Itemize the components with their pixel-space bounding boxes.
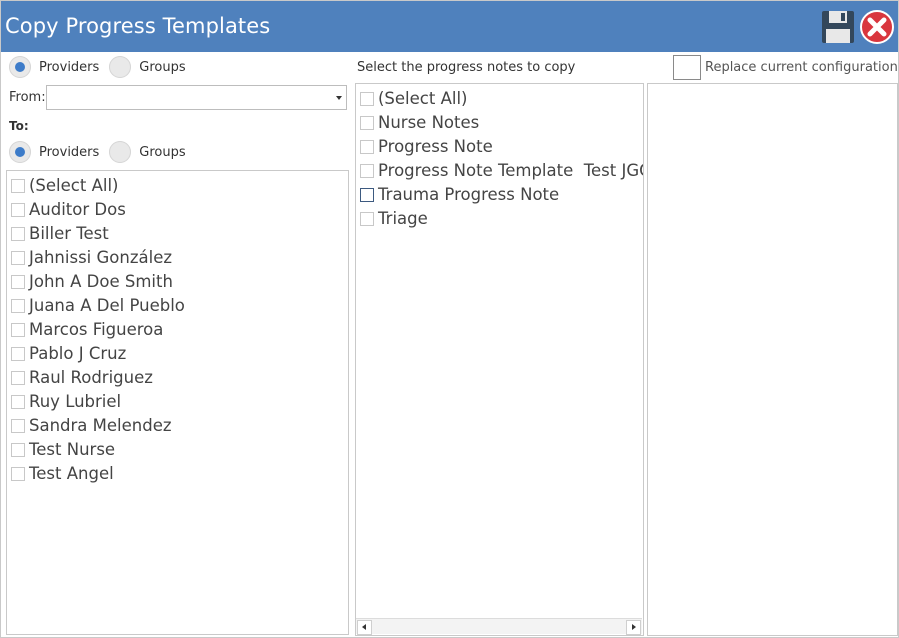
list-item[interactable]: Test Angel (11, 464, 114, 483)
checkbox[interactable] (11, 250, 25, 265)
recipients-list[interactable]: (Select All) Auditor Dos Biller Test Jah… (6, 170, 349, 635)
from-groups-label: Groups (139, 59, 186, 75)
list-item-label: Ruy Lubriel (29, 392, 122, 411)
list-item[interactable]: Progress Note (360, 137, 493, 156)
checkbox[interactable] (11, 346, 25, 361)
list-item-label: (Select All) (378, 89, 468, 108)
list-item-label: John A Doe Smith (29, 272, 173, 291)
list-item[interactable]: Pablo J Cruz (11, 344, 126, 363)
list-item-label: Marcos Figueroa (29, 320, 164, 339)
list-item-label: Trauma Progress Note (378, 185, 560, 204)
list-item[interactable]: Auditor Dos (11, 200, 126, 219)
list-item[interactable]: Marcos Figueroa (11, 320, 163, 339)
to-groups-label: Groups (139, 144, 186, 160)
scroll-left-icon[interactable] (357, 620, 372, 635)
radio-selected-indicator (9, 56, 31, 78)
list-item[interactable]: (Select All) (360, 89, 467, 108)
save-icon (822, 11, 854, 43)
list-item-label: Triage (378, 209, 428, 228)
from-label: From: (9, 90, 46, 105)
save-button[interactable] (820, 9, 856, 45)
list-item[interactable]: Ruy Lubriel (11, 392, 121, 411)
list-item-label: Progress Note Template Test JGG (378, 161, 644, 180)
to-providers-label: Providers (39, 144, 100, 160)
from-type-radio-group: Providers Groups (9, 56, 196, 78)
list-item[interactable]: Progress Note Template Test JGG (360, 161, 644, 180)
list-item-label: Progress Note (378, 137, 493, 156)
progress-notes-list[interactable]: (Select All) Nurse Notes Progress Note P… (355, 83, 644, 636)
checkbox[interactable] (11, 418, 25, 433)
list-item[interactable]: Nurse Notes (360, 113, 479, 132)
from-dropdown[interactable] (46, 85, 347, 110)
checkbox[interactable] (11, 274, 25, 289)
radio-indicator (109, 141, 132, 163)
checkbox[interactable] (11, 442, 25, 457)
scroll-right-icon[interactable] (626, 620, 641, 635)
checkbox[interactable] (11, 322, 25, 337)
horizontal-scrollbar[interactable] (356, 618, 642, 635)
window-title: Copy Progress Templates (5, 14, 271, 38)
list-item[interactable]: Raul Rodriguez (11, 368, 153, 387)
close-button[interactable] (858, 9, 896, 45)
checkbox[interactable] (360, 187, 374, 202)
replace-configuration-label: Replace current configuration (705, 60, 898, 75)
from-providers-label: Providers (39, 59, 100, 75)
list-item-label: Test Nurse (29, 440, 116, 459)
list-item-label: Pablo J Cruz (29, 344, 127, 363)
checkbox[interactable] (11, 466, 25, 481)
radio-indicator (109, 56, 132, 78)
close-icon (860, 10, 894, 44)
checkbox[interactable] (360, 91, 374, 106)
to-providers-radio[interactable]: Providers (9, 141, 99, 163)
list-item[interactable]: John A Doe Smith (11, 272, 173, 291)
copy-progress-templates-window: Copy Progress Templates Providers Groups (0, 0, 899, 638)
list-item[interactable]: Biller Test (11, 224, 109, 243)
notes-header: Select the progress notes to copy (357, 60, 576, 75)
to-groups-radio[interactable]: Groups (109, 141, 186, 163)
list-item-label: Raul Rodriguez (29, 368, 153, 387)
list-item-label: Auditor Dos (29, 200, 126, 219)
title-bar: Copy Progress Templates (1, 1, 898, 52)
checkbox[interactable] (360, 211, 374, 226)
checkbox[interactable] (11, 370, 25, 385)
list-item-label: Juana A Del Pueblo (29, 296, 185, 315)
list-item[interactable]: Trauma Progress Note (360, 185, 559, 204)
list-item[interactable]: Juana A Del Pueblo (11, 296, 185, 315)
from-providers-radio[interactable]: Providers (9, 56, 99, 78)
list-item-label: Sandra Melendez (29, 416, 172, 435)
chevron-down-icon (336, 96, 342, 100)
list-item[interactable]: (Select All) (11, 176, 118, 195)
list-item-label: Nurse Notes (378, 113, 480, 132)
list-item[interactable]: Sandra Melendez (11, 416, 172, 435)
list-item-label: (Select All) (29, 176, 119, 195)
checkbox[interactable] (11, 178, 25, 193)
list-item[interactable]: Test Nurse (11, 440, 115, 459)
list-item-label: Test Angel (29, 464, 114, 483)
to-label: To: (9, 119, 29, 133)
checkbox[interactable] (360, 139, 374, 154)
preview-panel (647, 83, 898, 636)
list-item[interactable]: Triage (360, 209, 428, 228)
checkbox[interactable] (360, 163, 374, 178)
from-groups-radio[interactable]: Groups (109, 56, 186, 78)
to-type-radio-group: Providers Groups (9, 141, 196, 163)
radio-selected-indicator (9, 141, 31, 163)
list-item-label: Jahnissi González (29, 248, 173, 267)
replace-configuration-checkbox[interactable] (673, 55, 701, 80)
checkbox[interactable] (11, 298, 25, 313)
checkbox[interactable] (11, 226, 25, 241)
checkbox[interactable] (11, 202, 25, 217)
list-item-label: Biller Test (29, 224, 109, 243)
list-item[interactable]: Jahnissi González (11, 248, 172, 267)
checkbox[interactable] (360, 115, 374, 130)
checkbox[interactable] (11, 394, 25, 409)
